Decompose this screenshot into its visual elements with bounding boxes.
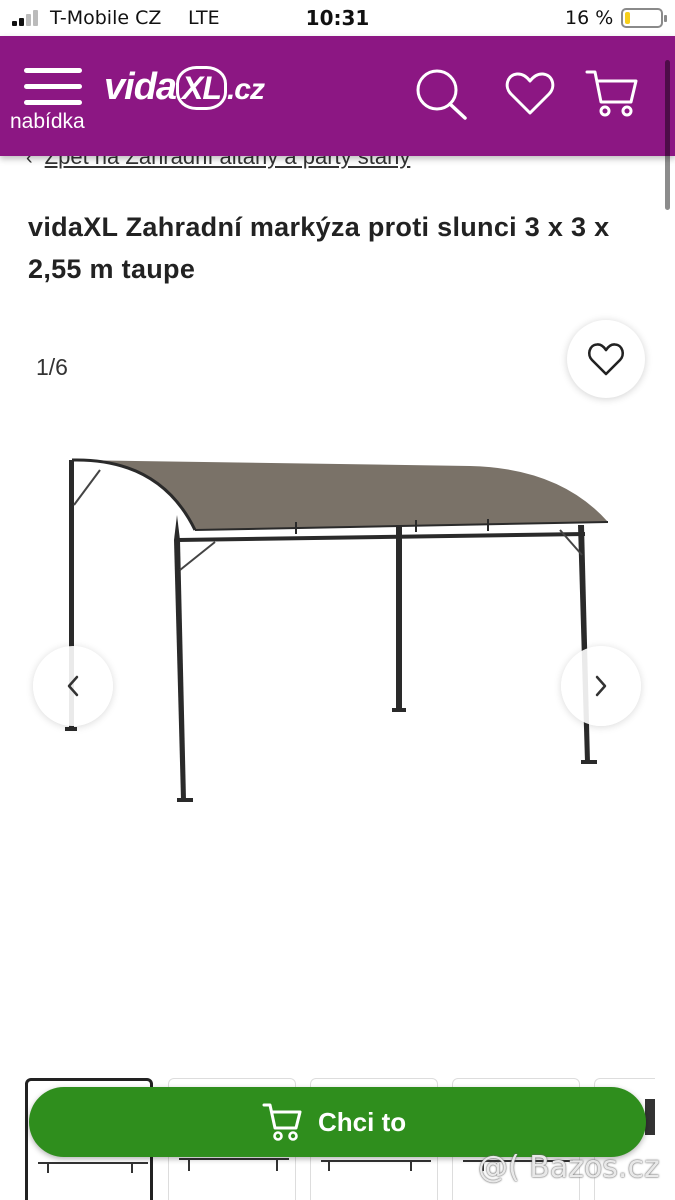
site-logo[interactable]: vida XL .cz xyxy=(104,66,265,110)
menu-label: nabídka xyxy=(10,110,85,133)
cart-button[interactable] xyxy=(584,66,640,122)
add-to-wishlist-button[interactable] xyxy=(567,320,645,398)
add-to-cart-button[interactable]: Chci to xyxy=(29,1087,646,1157)
favorites-button[interactable] xyxy=(502,66,558,122)
post-middle xyxy=(396,525,402,710)
battery-level xyxy=(625,12,630,24)
previous-image-button[interactable] xyxy=(33,646,113,726)
search-icon xyxy=(416,69,467,120)
product-image[interactable] xyxy=(40,430,640,830)
battery-icon xyxy=(621,8,667,28)
heart-icon xyxy=(587,343,625,376)
search-button[interactable] xyxy=(413,66,469,122)
scrollbar[interactable] xyxy=(665,60,670,210)
battery-percent: 16 % xyxy=(565,7,614,29)
hamburger-icon xyxy=(24,68,82,106)
chevron-right-icon xyxy=(595,675,607,697)
chevron-left-icon xyxy=(67,675,79,697)
canopy xyxy=(72,459,608,530)
menu-button[interactable]: nabídka xyxy=(10,64,100,136)
logo-text-xl: XL xyxy=(176,66,227,110)
site-header: nabídka vida XL .cz xyxy=(0,36,675,156)
post-front-left xyxy=(174,515,186,800)
heart-icon xyxy=(505,72,555,115)
product-title: vidaXL Zahradní markýza proti slunci 3 x… xyxy=(28,212,610,284)
watermark: @( Bazos.cz xyxy=(478,1150,660,1185)
cart-icon xyxy=(262,1103,302,1141)
logo-text-cz: .cz xyxy=(226,73,265,106)
image-counter: 1/6 xyxy=(36,354,68,380)
next-image-button[interactable] xyxy=(561,646,641,726)
status-bar: T-Mobile CZ LTE 10:31 16 % xyxy=(0,0,675,36)
logo-text-vida: vida xyxy=(104,66,177,108)
cart-icon xyxy=(585,70,638,117)
post-front-right xyxy=(578,525,590,762)
add-to-cart-label: Chci to xyxy=(318,1107,407,1137)
screen: T-Mobile CZ LTE 10:31 16 % nabídka vida X… xyxy=(0,0,675,1200)
